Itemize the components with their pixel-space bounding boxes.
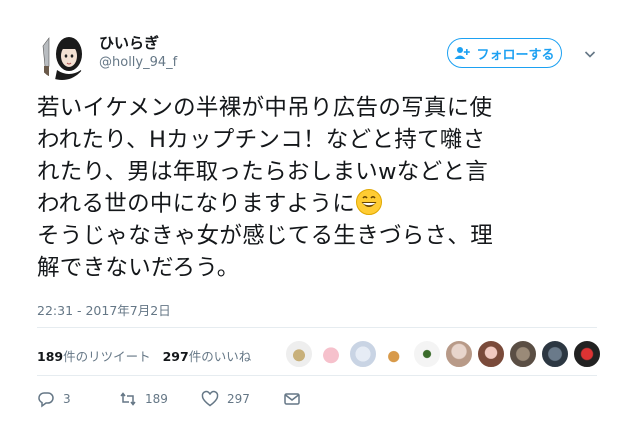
retweet-button[interactable]: 189 bbox=[119, 390, 201, 408]
reply-icon bbox=[38, 392, 54, 408]
engagement-stats: 189件のリツイート 297件のいいね bbox=[37, 346, 251, 365]
divider bbox=[37, 327, 597, 328]
tweet-actions: 3 189 297 bbox=[37, 390, 301, 408]
liker-avatar[interactable] bbox=[477, 340, 505, 368]
liker-avatar[interactable] bbox=[541, 340, 569, 368]
liker-avatar[interactable] bbox=[509, 340, 537, 368]
liker-avatar[interactable] bbox=[349, 340, 377, 368]
divider bbox=[37, 375, 597, 376]
retweet-stat-label: 件のリツイート bbox=[63, 349, 151, 364]
follow-button[interactable]: フォローする bbox=[447, 38, 562, 68]
grinning-emoji-icon bbox=[355, 188, 383, 216]
liker-avatar[interactable] bbox=[445, 340, 473, 368]
avatar[interactable] bbox=[37, 30, 87, 80]
liker-avatar[interactable] bbox=[381, 340, 409, 368]
liker-avatar[interactable] bbox=[573, 340, 601, 368]
like-stat-label: 件のいいね bbox=[188, 349, 252, 364]
like-stat[interactable]: 297件のいいね bbox=[163, 346, 252, 365]
more-options-chevron-icon[interactable] bbox=[584, 45, 596, 58]
envelope-icon bbox=[284, 393, 300, 405]
retweet-stat[interactable]: 189件のリツイート bbox=[37, 346, 151, 365]
retweet-stat-count: 189 bbox=[37, 349, 64, 364]
retweet-icon bbox=[120, 392, 136, 406]
like-button[interactable]: 297 bbox=[201, 390, 283, 408]
tweet-text: 若いイケメンの半裸が中吊り広告の写真に使 われたり、Hカップチンコ！などと持て囃… bbox=[37, 92, 597, 284]
reply-count: 3 bbox=[63, 392, 71, 406]
direct-message-button[interactable] bbox=[283, 390, 301, 408]
tweet-timestamp[interactable]: 22:31 - 2017年7月2日 bbox=[37, 300, 171, 319]
add-user-icon bbox=[454, 47, 471, 59]
liker-avatar[interactable] bbox=[413, 340, 441, 368]
display-name[interactable]: ひいらぎ bbox=[99, 32, 159, 53]
reply-button[interactable]: 3 bbox=[37, 390, 119, 408]
user-handle[interactable]: @holly_94_f bbox=[99, 55, 177, 70]
like-stat-count: 297 bbox=[162, 349, 189, 364]
heart-icon bbox=[201, 390, 219, 407]
liker-avatar[interactable] bbox=[317, 340, 345, 368]
tweet-text-tail: そうじゃなきゃ女が感じてる生きづらさ、理 解できないだろう。 bbox=[37, 223, 494, 281]
tweet-text-main: 若いイケメンの半裸が中吊り広告の写真に使 われたり、Hカップチンコ！などと持て囃… bbox=[37, 95, 493, 217]
follow-button-label: フォローする bbox=[476, 47, 555, 63]
liker-avatar[interactable] bbox=[285, 340, 313, 368]
retweet-action-count: 189 bbox=[145, 392, 168, 406]
like-action-count: 297 bbox=[227, 392, 250, 406]
likers-avatars bbox=[285, 340, 601, 368]
